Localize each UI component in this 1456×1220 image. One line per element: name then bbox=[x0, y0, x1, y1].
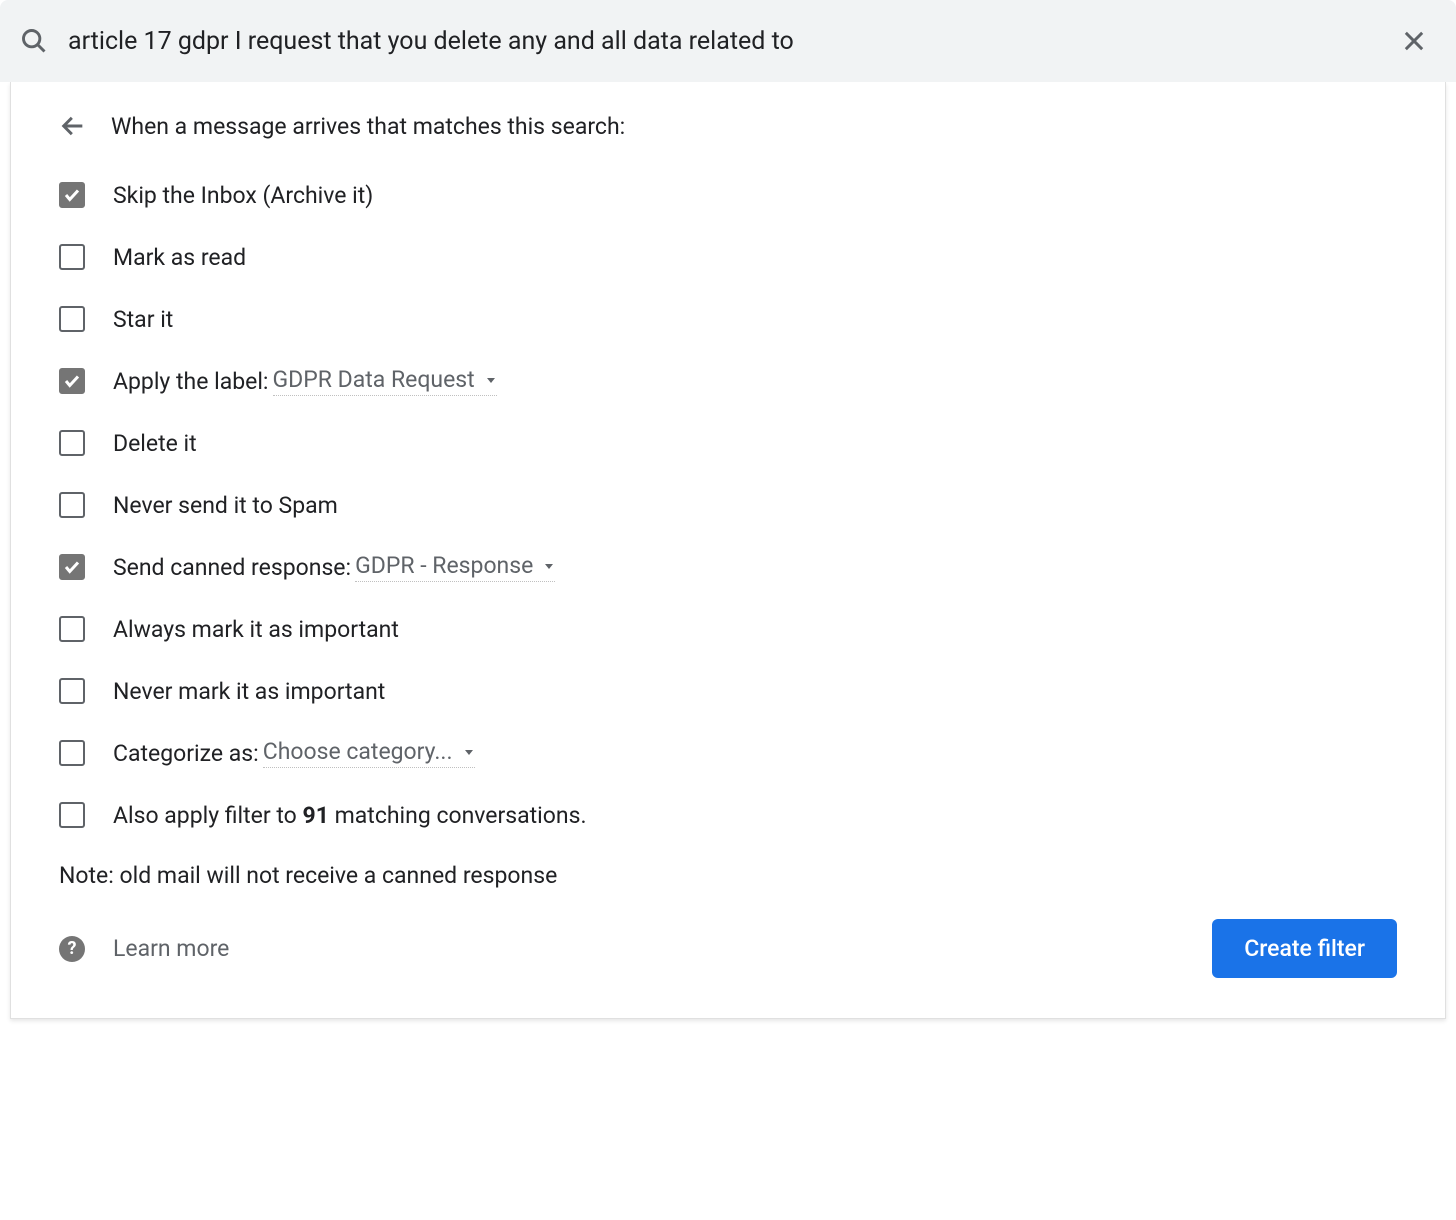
label-skip-inbox: Skip the Inbox (Archive it) bbox=[113, 182, 373, 209]
checkbox-never-important[interactable] bbox=[59, 678, 85, 704]
option-never-spam: Never send it to Spam bbox=[59, 490, 1397, 520]
option-canned-response: Send canned response: GDPR - Response bbox=[59, 552, 1397, 582]
search-icon bbox=[20, 27, 48, 55]
option-apply-label: Apply the label: GDPR Data Request bbox=[59, 366, 1397, 396]
option-always-important: Always mark it as important bbox=[59, 614, 1397, 644]
note-text: Note: old mail will not receive a canned… bbox=[59, 862, 1397, 889]
dropdown-categorize-value: Choose category... bbox=[263, 738, 453, 765]
also-apply-suffix: matching conversations. bbox=[329, 802, 587, 829]
checkbox-apply-label[interactable] bbox=[59, 368, 85, 394]
checkbox-star[interactable] bbox=[59, 306, 85, 332]
panel-title: When a message arrives that matches this… bbox=[111, 113, 625, 140]
label-also-apply: Also apply filter to 91 matching convers… bbox=[113, 802, 587, 829]
checkbox-canned-response[interactable] bbox=[59, 554, 85, 580]
label-delete: Delete it bbox=[113, 430, 197, 457]
chevron-down-icon bbox=[463, 746, 475, 758]
option-star: Star it bbox=[59, 304, 1397, 334]
search-bar bbox=[0, 0, 1456, 82]
checkbox-always-important[interactable] bbox=[59, 616, 85, 642]
footer-row: ? Learn more Create filter bbox=[59, 919, 1397, 978]
checkbox-skip-inbox[interactable] bbox=[59, 182, 85, 208]
label-mark-read: Mark as read bbox=[113, 244, 246, 271]
label-categorize: Categorize as: bbox=[113, 740, 259, 767]
option-never-important: Never mark it as important bbox=[59, 676, 1397, 706]
dropdown-canned-response-value: GDPR - Response bbox=[355, 552, 533, 579]
checkbox-delete[interactable] bbox=[59, 430, 85, 456]
chevron-down-icon bbox=[485, 374, 497, 386]
create-filter-button[interactable]: Create filter bbox=[1212, 919, 1397, 978]
label-star: Star it bbox=[113, 306, 173, 333]
label-canned-response: Send canned response: bbox=[113, 554, 351, 581]
also-apply-count: 91 bbox=[303, 802, 329, 829]
chevron-down-icon bbox=[543, 560, 555, 572]
also-apply-prefix: Also apply filter to bbox=[113, 802, 303, 829]
dropdown-categorize[interactable]: Choose category... bbox=[263, 738, 475, 768]
label-apply-label: Apply the label: bbox=[113, 368, 269, 395]
dropdown-apply-label-value: GDPR Data Request bbox=[273, 366, 475, 393]
help-icon[interactable]: ? bbox=[59, 936, 85, 962]
checkbox-categorize[interactable] bbox=[59, 740, 85, 766]
label-always-important: Always mark it as important bbox=[113, 616, 399, 643]
option-mark-read: Mark as read bbox=[59, 242, 1397, 272]
search-input[interactable] bbox=[68, 27, 1392, 56]
checkbox-never-spam[interactable] bbox=[59, 492, 85, 518]
label-never-important: Never mark it as important bbox=[113, 678, 385, 705]
option-categorize: Categorize as: Choose category... bbox=[59, 738, 1397, 768]
checkbox-also-apply[interactable] bbox=[59, 802, 85, 828]
option-also-apply: Also apply filter to 91 matching convers… bbox=[59, 800, 1397, 830]
learn-more-group: ? Learn more bbox=[59, 935, 229, 962]
dropdown-apply-label[interactable]: GDPR Data Request bbox=[273, 366, 497, 396]
checkbox-mark-read[interactable] bbox=[59, 244, 85, 270]
close-button[interactable] bbox=[1392, 19, 1436, 63]
panel-header: When a message arrives that matches this… bbox=[59, 112, 1397, 140]
learn-more-link[interactable]: Learn more bbox=[113, 935, 229, 962]
option-skip-inbox: Skip the Inbox (Archive it) bbox=[59, 180, 1397, 210]
dropdown-canned-response[interactable]: GDPR - Response bbox=[355, 552, 555, 582]
filter-panel: When a message arrives that matches this… bbox=[10, 82, 1446, 1019]
option-delete: Delete it bbox=[59, 428, 1397, 458]
label-never-spam: Never send it to Spam bbox=[113, 492, 338, 519]
back-button[interactable] bbox=[59, 112, 87, 140]
